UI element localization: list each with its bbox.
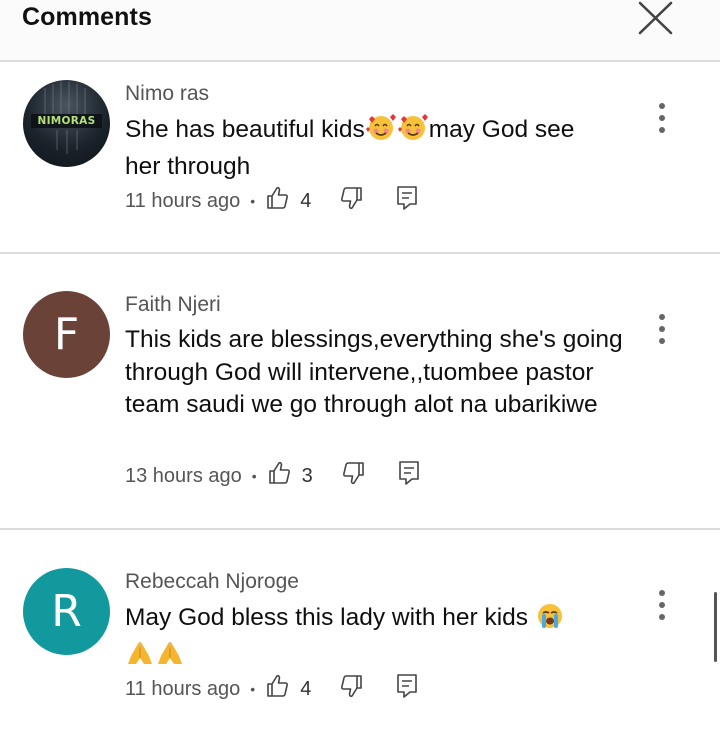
dot — [659, 338, 665, 344]
dot — [659, 590, 665, 596]
comment-item: F Faith Njeri This kids are blessings,ev… — [0, 254, 720, 528]
dot — [659, 103, 665, 109]
loudly-crying-face-icon — [535, 601, 565, 639]
dot — [659, 314, 665, 320]
close-button[interactable] — [636, 0, 676, 36]
comment-time: 13 hours ago — [125, 464, 242, 487]
avatar[interactable]: R — [23, 568, 110, 655]
more-options-button[interactable] — [652, 311, 672, 347]
like-count: 4 — [300, 677, 312, 700]
comments-header: Comments — [0, 0, 720, 62]
avatar-letter: R — [23, 568, 110, 655]
separator-dot: • — [251, 468, 257, 484]
close-icon — [638, 1, 673, 35]
comment-author[interactable]: Rebeccah Njoroge — [125, 570, 299, 594]
reply-icon[interactable] — [398, 460, 420, 492]
dot — [659, 127, 665, 133]
separator-dot: • — [250, 681, 256, 697]
dot — [659, 115, 665, 121]
dot — [659, 614, 665, 620]
comment-text: This kids are blessings,everything she's… — [125, 326, 623, 418]
reply-icon[interactable] — [396, 673, 418, 705]
more-options-button[interactable] — [652, 587, 672, 623]
avatar-logo-text: NIMORAS — [37, 115, 96, 127]
separator-dot: • — [250, 193, 256, 209]
comment-time: 11 hours ago — [125, 677, 241, 700]
comment-text-part: may God see — [428, 116, 575, 143]
more-options-button[interactable] — [652, 100, 672, 136]
avatar-photo: NIMORAS — [23, 80, 110, 167]
comment-text-part: She has beautiful kids — [125, 116, 365, 143]
smiling-face-with-hearts-icon — [365, 113, 397, 151]
like-icon[interactable] — [267, 460, 293, 492]
comment-actions: 11 hours ago • 4 — [125, 674, 418, 704]
comment-author[interactable]: Nimo ras — [125, 82, 209, 106]
comment-item: R Rebeccah Njoroge May God bless this la… — [0, 530, 720, 741]
like-icon[interactable] — [265, 673, 291, 705]
like-count: 3 — [301, 464, 313, 487]
comment-text: May God bless this lady with her kids — [125, 601, 645, 676]
scrollbar[interactable] — [714, 592, 717, 662]
dislike-icon[interactable] — [338, 673, 364, 705]
comment-item: NIMORAS Nimo ras She has beautiful kids m… — [0, 64, 720, 252]
header-title: Comments — [22, 3, 152, 31]
avatar[interactable]: F — [23, 291, 110, 378]
like-icon[interactable] — [265, 185, 291, 217]
comment-text-part: her through — [125, 152, 251, 180]
comment-time: 11 hours ago — [125, 189, 241, 212]
avatar[interactable]: NIMORAS — [23, 80, 110, 167]
reply-icon[interactable] — [396, 185, 418, 217]
comment-actions: 11 hours ago • 4 — [125, 186, 418, 216]
comment-text: She has beautiful kids may God see her th… — [125, 113, 645, 183]
dislike-icon[interactable] — [338, 185, 364, 217]
dot — [659, 326, 665, 332]
avatar-letter: F — [23, 291, 110, 378]
comment-text-part: May God bless this lady with her kids — [125, 604, 529, 631]
comment-author[interactable]: Faith Njeri — [125, 293, 221, 317]
dot — [659, 602, 665, 608]
like-count: 4 — [300, 189, 312, 212]
folded-hands-icon — [125, 639, 155, 677]
dislike-icon[interactable] — [340, 460, 366, 492]
comment-actions: 13 hours ago • 3 — [125, 461, 420, 491]
folded-hands-icon — [155, 639, 185, 677]
smiling-face-with-hearts-icon — [397, 113, 429, 151]
